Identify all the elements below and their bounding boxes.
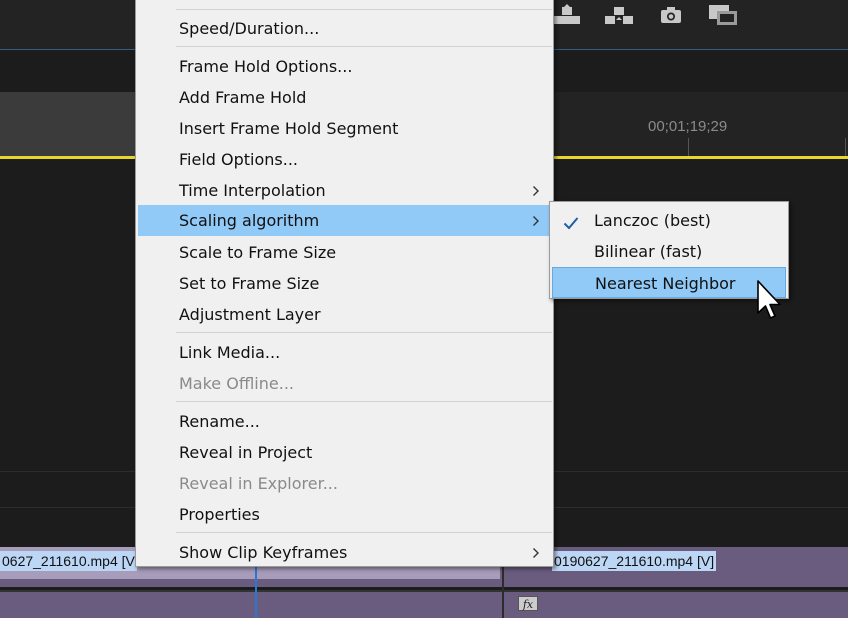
fx-badge: fx [518,596,538,611]
clip-left-label: 0627_211610.mp4 [V [0,551,137,571]
camera-icon[interactable] [656,4,686,26]
lift-icon[interactable] [552,4,582,26]
menu-item-time-interpolation[interactable]: Time Interpolation [138,175,553,206]
scaling-algorithm-submenu: Lanczoc (best) Bilinear (fast) Nearest N… [549,201,789,299]
menu-item-properties[interactable]: Properties [138,499,553,530]
menu-separator [176,9,552,10]
submenu-item-label: Nearest Neighbor [595,274,736,293]
menu-item-label: Time Interpolation [179,181,326,200]
ruler-timecode: 00;01;19;29 [648,118,728,135]
menu-item-label: Set to Frame Size [179,274,320,293]
film-icon[interactable] [708,4,738,26]
menu-item-label: Properties [179,505,260,524]
clip-context-menu: Speed/Duration... Frame Hold Options... … [135,0,554,567]
menu-item-label: Reveal in Project [179,443,313,462]
menu-item-label: Frame Hold Options... [179,57,353,76]
menu-separator [176,332,552,333]
menu-item-label: Speed/Duration... [179,19,320,38]
clip-right-label: 0190627_211610.mp4 [V] [552,551,717,571]
menu-item-speed-duration[interactable]: Speed/Duration... [138,13,553,44]
submenu-item-nearest-neighbor[interactable]: Nearest Neighbor [552,267,786,298]
ruler-tick [688,138,689,156]
menu-item-label: Add Frame Hold [179,88,307,107]
menu-item-reveal-in-explorer: Reveal in Explorer... [138,468,553,499]
submenu-item-bilinear[interactable]: Bilinear (fast) [552,236,786,267]
submenu-item-label: Bilinear (fast) [594,242,703,261]
work-area-bar [0,92,140,158]
menu-item-label: Scaling algorithm [179,211,320,230]
menu-item-link-media[interactable]: Link Media... [138,337,553,368]
playhead-line[interactable] [255,560,257,618]
ruler-tick [845,138,846,156]
menu-item-label: Reveal in Explorer... [179,474,338,493]
chevron-right-icon [531,175,541,206]
menu-item-label: Field Options... [179,150,299,169]
menu-item-frame-hold-options[interactable]: Frame Hold Options... [138,51,553,82]
menu-item-reveal-in-project[interactable]: Reveal in Project [138,437,553,468]
menu-item-label: Scale to Frame Size [179,243,337,262]
menu-item-scaling-algorithm[interactable]: Scaling algorithm [138,205,553,236]
menu-item-adjustment-layer[interactable]: Adjustment Layer [138,299,553,330]
menu-item-field-options[interactable]: Field Options... [138,144,553,175]
menu-item-rename[interactable]: Rename... [138,406,553,437]
audio-track-row [0,590,848,618]
menu-item-label: Adjustment Layer [179,305,321,324]
extract-icon[interactable] [604,4,634,26]
menu-item-label: Show Clip Keyframes [179,543,348,562]
menu-separator [176,401,552,402]
menu-item-show-clip-keyframes[interactable]: Show Clip Keyframes [138,537,553,568]
menu-item-add-frame-hold[interactable]: Add Frame Hold [138,82,553,113]
premiere-timeline-screen: 00;01;19;29 0627_211610.mp4 [V 0190627_2… [0,0,848,618]
menu-item-label: Link Media... [179,343,281,362]
menu-item-set-to-frame-size[interactable]: Set to Frame Size [138,268,553,299]
menu-item-insert-frame-hold-segment[interactable]: Insert Frame Hold Segment [138,113,553,144]
chevron-right-icon [531,205,541,236]
menu-item-make-offline: Make Offline... [138,368,553,399]
checkmark-icon [562,211,580,230]
menu-item-label: Insert Frame Hold Segment [179,119,399,138]
menu-item-label: Rename... [179,412,260,431]
submenu-item-lanczoc[interactable]: Lanczoc (best) [552,205,786,236]
chevron-right-icon [531,537,541,568]
toolbar-icons [552,2,738,28]
menu-separator [176,46,552,47]
menu-item-label: Make Offline... [179,374,294,393]
menu-separator [176,532,552,533]
menu-item-scale-to-frame-size[interactable]: Scale to Frame Size [138,237,553,268]
submenu-item-label: Lanczoc (best) [594,211,711,230]
mouse-cursor-icon [756,279,782,323]
